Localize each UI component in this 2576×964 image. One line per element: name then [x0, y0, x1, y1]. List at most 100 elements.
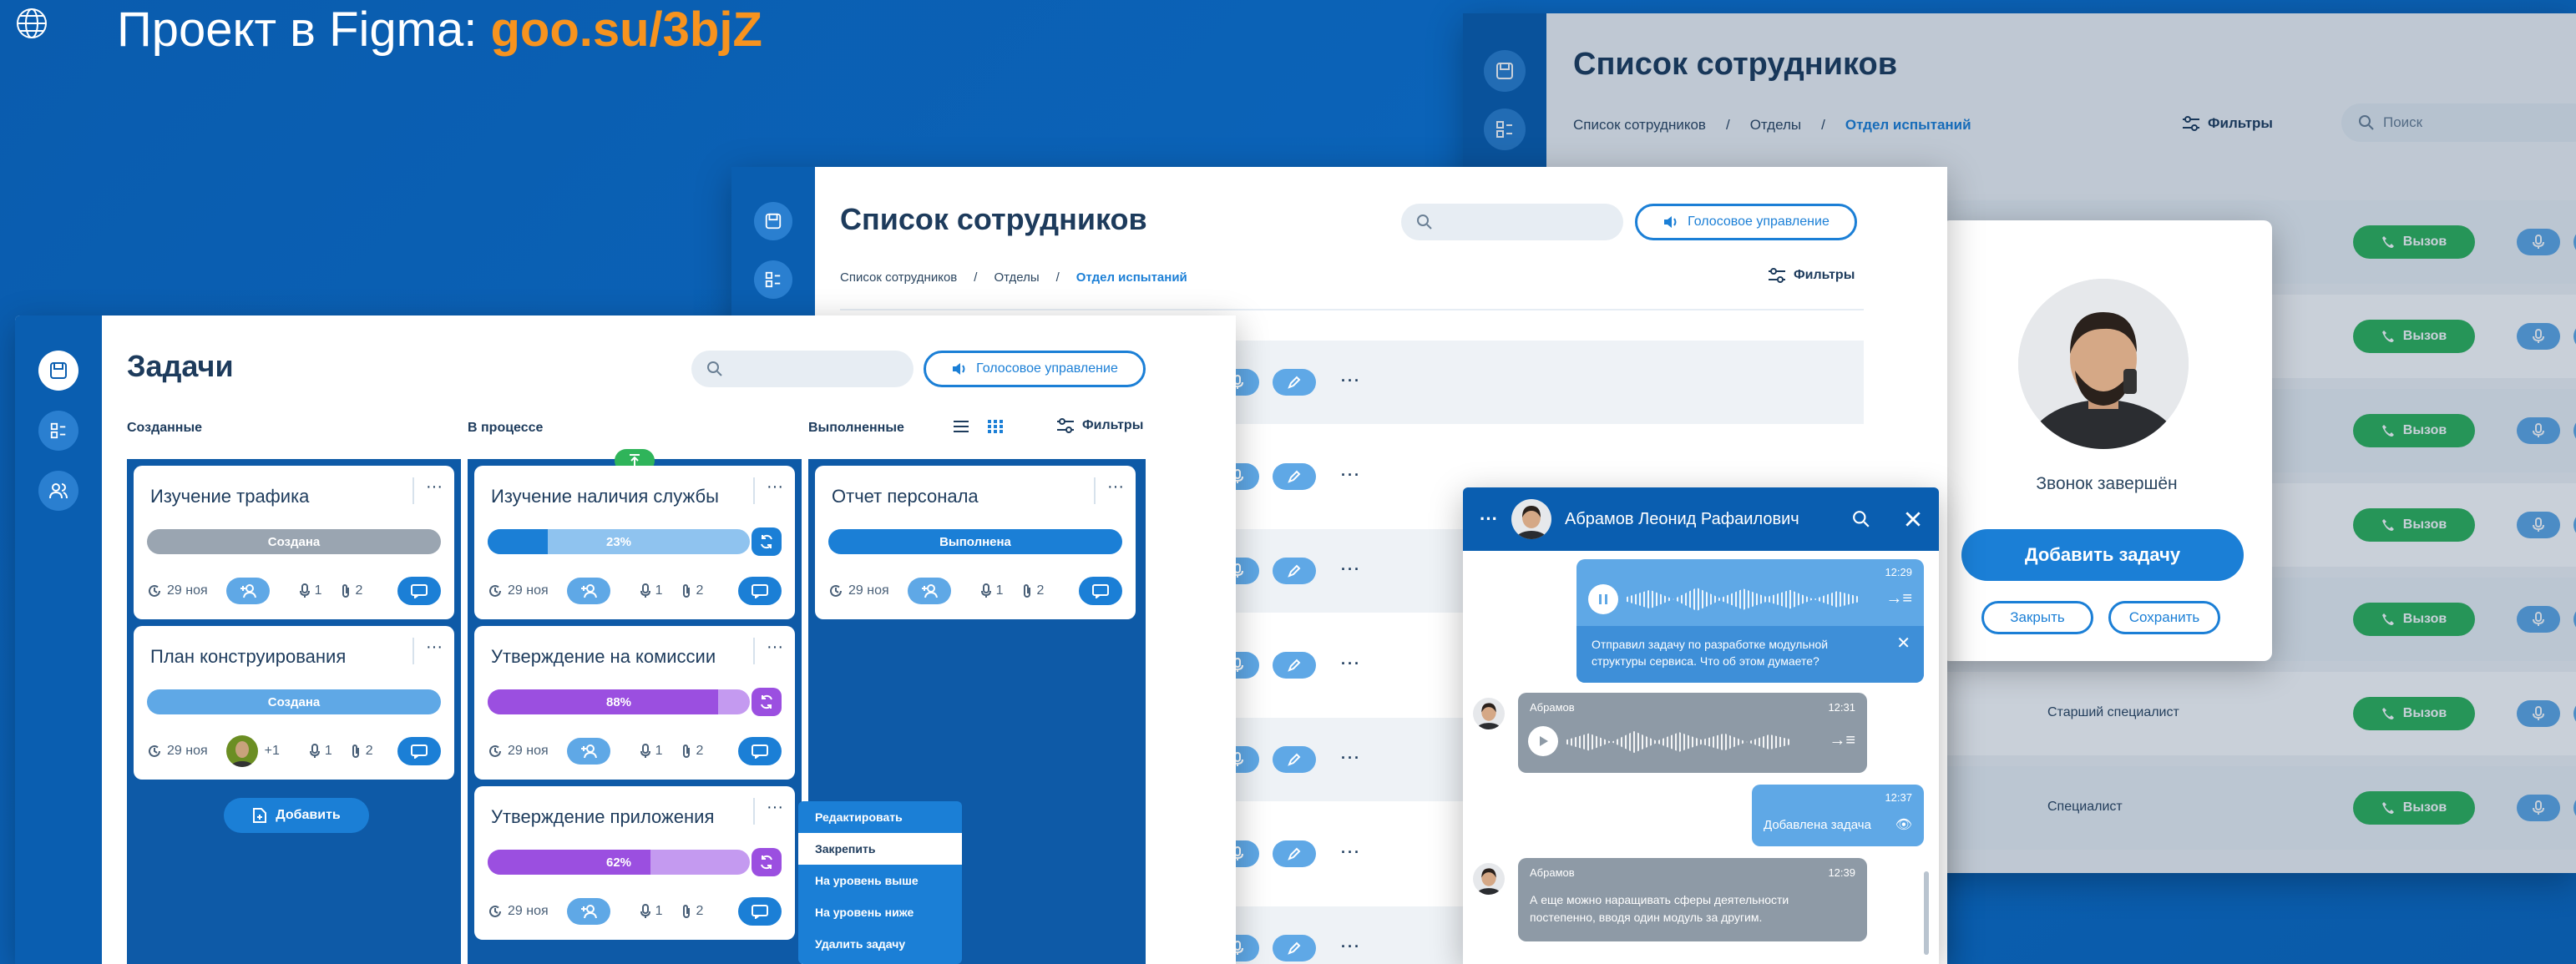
transcribe-icon[interactable]: →≡ — [1829, 731, 1855, 750]
comments-button[interactable] — [738, 897, 782, 926]
add-task-button[interactable]: Добавить задачу — [1961, 529, 2244, 581]
menu-item-level-up[interactable]: На уровень выше — [798, 865, 962, 896]
voice-control-button[interactable]: Голосовое управление — [1635, 204, 1857, 240]
close-icon[interactable] — [1904, 510, 1922, 528]
more-icon[interactable]: ··· — [1341, 844, 1361, 861]
edit-button[interactable] — [1273, 463, 1316, 490]
more-icon[interactable]: ··· — [753, 638, 783, 664]
menu-item-pin[interactable]: Закрепить — [798, 833, 962, 865]
edit-button[interactable] — [1273, 369, 1316, 396]
filters-button[interactable]: Фильтры — [1767, 267, 1855, 284]
mic-icon — [640, 744, 650, 759]
scrollbar[interactable] — [1924, 871, 1929, 955]
task-card[interactable]: План конструирования ··· Создана 29 ноя … — [134, 626, 454, 780]
close-button[interactable]: Закрыть — [1981, 601, 2093, 634]
more-icon[interactable]: ··· — [412, 638, 443, 664]
more-icon[interactable]: ··· — [1341, 372, 1361, 390]
search-input[interactable] — [1401, 204, 1623, 240]
more-icon[interactable]: ··· — [1480, 508, 1498, 530]
users-icon[interactable] — [38, 471, 78, 511]
close-quote-icon[interactable]: ✕ — [1896, 633, 1910, 654]
clock-icon — [488, 904, 503, 919]
more-icon[interactable]: ··· — [1341, 655, 1361, 673]
task-card[interactable]: Изучение наличия службы ··· 23% 29 ноя 1… — [474, 466, 795, 619]
more-icon[interactable]: ··· — [1341, 749, 1361, 767]
breadcrumb-item[interactable]: Список сотрудников — [840, 270, 957, 285]
refresh-button[interactable] — [752, 527, 782, 556]
voice-count-label: 1 — [655, 583, 663, 598]
save-icon[interactable] — [754, 202, 792, 240]
more-icon[interactable]: ··· — [1094, 477, 1124, 504]
voice-label: Голосовое управление — [1688, 215, 1830, 229]
more-icon[interactable]: ··· — [1341, 561, 1361, 578]
pencil-icon — [1288, 847, 1301, 861]
breadcrumb-item-current[interactable]: Отдел испытаний — [1076, 270, 1187, 285]
task-card[interactable]: Утверждение на комиссии ··· 88% 29 ноя 1… — [474, 626, 795, 780]
more-icon[interactable]: ··· — [1341, 467, 1361, 484]
comments-button[interactable] — [738, 577, 782, 605]
menu-item-level-down[interactable]: На уровень ниже — [798, 896, 962, 928]
figma-link[interactable]: goo.su/3bjZ — [490, 3, 762, 57]
message-incoming-voice: Абрамов 12:31 →≡ — [1518, 693, 1867, 773]
add-assignee-button[interactable] — [566, 738, 610, 765]
task-title: План конструирования — [150, 646, 347, 667]
more-icon[interactable]: ··· — [1341, 938, 1361, 956]
add-task-button[interactable]: Добавить — [224, 798, 369, 833]
kanban-icon[interactable] — [754, 260, 792, 299]
edit-button[interactable] — [1273, 746, 1316, 773]
edit-button[interactable] — [1273, 840, 1316, 867]
task-meta: 29 ноя 1 2 — [828, 576, 1122, 606]
play-pause-button[interactable] — [1588, 584, 1618, 614]
transcribe-icon[interactable]: →≡ — [1885, 589, 1912, 608]
grid-view-icon[interactable] — [987, 419, 1004, 434]
refresh-button[interactable] — [752, 688, 782, 716]
list-view-icon[interactable] — [952, 419, 970, 434]
task-card[interactable]: Утверждение приложения ··· 62% 29 ноя 1 … — [474, 786, 795, 940]
more-icon[interactable]: ··· — [753, 798, 783, 825]
add-assignee-button[interactable] — [225, 578, 270, 604]
attachment-count: 2 — [1022, 583, 1044, 598]
chat-icon — [1091, 583, 1110, 598]
refresh-button[interactable] — [752, 848, 782, 876]
comments-button[interactable] — [397, 577, 441, 605]
search-input[interactable] — [691, 351, 913, 387]
due-date: 29 ноя — [147, 583, 208, 598]
kanban-icon[interactable] — [38, 411, 78, 451]
play-button[interactable] — [1528, 726, 1558, 756]
comments-button[interactable] — [397, 737, 441, 765]
menu-item-edit[interactable]: Редактировать — [798, 801, 962, 833]
call-modal: Звонок завершён Добавить задачу Закрыть … — [1941, 220, 2272, 661]
divider — [840, 309, 1864, 310]
breadcrumb-item[interactable]: Отделы — [994, 270, 1039, 285]
edit-button[interactable] — [1273, 652, 1316, 679]
edit-button[interactable] — [1273, 935, 1316, 961]
add-assignee-button[interactable] — [566, 578, 610, 604]
voice-control-button[interactable]: Голосовое управление — [924, 351, 1146, 387]
menu-item-delete[interactable]: Удалить задачу — [798, 928, 962, 960]
due-date-label: 29 ноя — [167, 583, 208, 598]
page-title: Список сотрудников — [840, 202, 1147, 236]
sender-avatar — [1473, 698, 1505, 729]
banner-prefix: Проект в Figma: — [117, 3, 491, 57]
save-icon[interactable] — [38, 351, 78, 391]
task-card[interactable]: Отчет персонала ··· Выполнена 29 ноя 1 2 — [815, 466, 1136, 619]
progress-bar: 23% — [488, 529, 750, 554]
save-button[interactable]: Сохранить — [2108, 601, 2220, 634]
page-title: Задачи — [127, 349, 234, 383]
more-icon[interactable]: ··· — [753, 477, 783, 504]
task-card[interactable]: Изучение трафика ··· Создана 29 ноя 1 2 — [134, 466, 454, 619]
edit-button[interactable] — [1273, 558, 1316, 584]
speaker-icon — [953, 363, 965, 375]
comments-button[interactable] — [738, 737, 782, 765]
attachment-count-label: 2 — [365, 744, 373, 758]
eye-icon[interactable]: 👁 — [1895, 816, 1912, 833]
search-icon[interactable] — [1852, 510, 1870, 528]
add-assignee-button[interactable] — [907, 578, 951, 604]
comments-button[interactable] — [1079, 577, 1122, 605]
voice-waveform — [1627, 588, 1860, 611]
more-icon[interactable]: ··· — [412, 477, 443, 504]
add-assignee-button[interactable] — [566, 898, 610, 925]
filters-button[interactable]: Фильтры — [1055, 417, 1143, 434]
column-header-created: Созданные — [127, 421, 203, 435]
message-time: 12:39 — [1828, 866, 1855, 879]
